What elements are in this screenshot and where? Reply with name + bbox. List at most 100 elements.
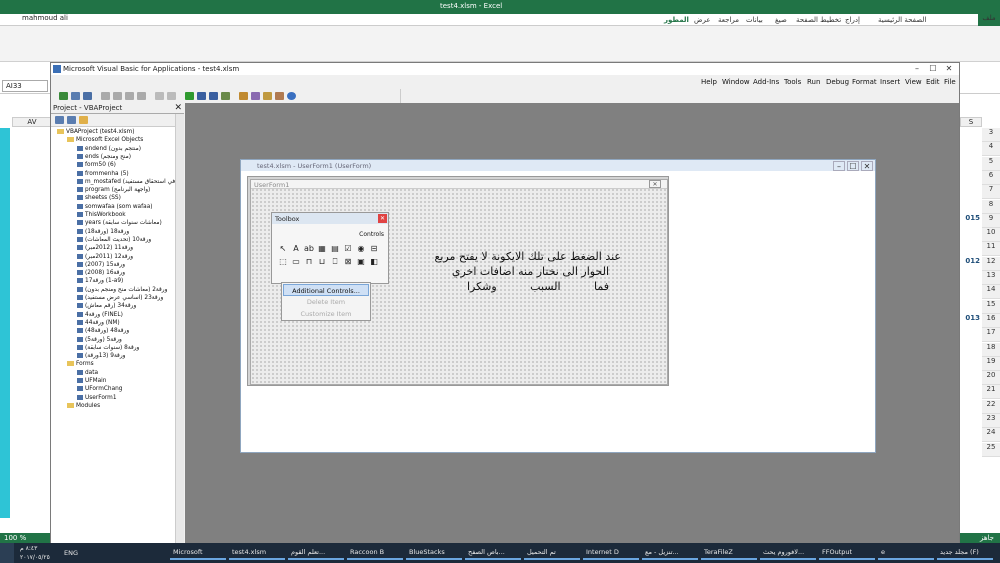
taskbar-app-button[interactable]: TeraFileZ xyxy=(701,546,757,560)
taskbar-app-button[interactable]: Internet D xyxy=(583,546,639,560)
vertical-scrollbar[interactable] xyxy=(175,114,184,545)
tree-item[interactable]: ورقة9 (13ورقة) xyxy=(77,352,125,360)
tree-item[interactable]: years (معاشات سنوات سابقة) xyxy=(77,219,162,227)
cell-value[interactable] xyxy=(958,228,982,242)
row-header[interactable]: 13 xyxy=(982,271,1000,285)
menu-edit[interactable]: Edit xyxy=(926,78,940,86)
object-browser-icon[interactable] xyxy=(263,92,272,100)
tree-item[interactable]: ورقة11 (2012مبر) xyxy=(77,244,133,252)
maximize-icon[interactable]: ☐ xyxy=(847,161,859,171)
tree-item[interactable]: sheetss (SS) xyxy=(77,194,121,202)
tree-item[interactable]: ورقة16 (2008) xyxy=(77,269,125,277)
cell-value[interactable] xyxy=(958,271,982,285)
toolbox-title-bar[interactable]: Toolbox ✕ xyxy=(272,213,388,224)
tab-view[interactable]: عرض xyxy=(694,16,711,24)
tree-item[interactable]: Modules xyxy=(67,402,100,410)
cell-value[interactable] xyxy=(958,142,982,156)
menu-window[interactable]: Window xyxy=(722,78,750,86)
undo-icon[interactable] xyxy=(155,92,164,100)
tree-item[interactable]: ورقة15 (2007) xyxy=(77,261,125,269)
cell-value[interactable] xyxy=(958,242,982,256)
tab-file[interactable]: ملف xyxy=(978,14,1000,26)
tree-item[interactable]: ورقة18 (ورقة18) xyxy=(77,228,129,236)
menu-format[interactable]: Format xyxy=(852,78,877,86)
tree-item[interactable]: ends (منح ومنجم) xyxy=(77,153,131,161)
project-explorer-icon[interactable] xyxy=(239,92,248,100)
tree-item[interactable]: data xyxy=(77,369,98,377)
view-code-icon[interactable] xyxy=(55,116,64,124)
tree-item[interactable]: ورقة23 (اساسي عرض مستفيد) xyxy=(77,294,163,302)
cell-value[interactable] xyxy=(958,428,982,442)
row-header[interactable]: 3 xyxy=(982,128,1000,142)
row-header[interactable]: 19 xyxy=(982,356,1000,371)
row-header[interactable]: 11 xyxy=(982,242,1000,257)
copy-icon[interactable] xyxy=(113,92,122,100)
tree-item[interactable]: ورقة17 (1-a9) xyxy=(77,277,123,285)
taskbar-app-button[interactable]: تنزيل - مع... xyxy=(642,546,698,560)
cell-value[interactable]: 013 xyxy=(958,314,982,328)
row-header[interactable]: 18 xyxy=(982,342,1000,357)
toolbox-control-icon[interactable]: ↖ xyxy=(278,244,288,254)
row-header[interactable]: 14 xyxy=(982,285,1000,300)
menu-debug[interactable]: Debug xyxy=(826,78,849,86)
tree-item[interactable]: ورقة5 (ورقة5) xyxy=(77,336,122,344)
menu-file[interactable]: File xyxy=(944,78,956,86)
cell-value[interactable] xyxy=(958,385,982,399)
clock-time[interactable]: ٨:٤٣ م xyxy=(20,545,37,552)
row-header[interactable]: 23 xyxy=(982,414,1000,428)
design-mode-icon[interactable] xyxy=(221,92,230,100)
view-object-icon[interactable] xyxy=(67,116,76,124)
menu-run[interactable]: Run xyxy=(807,78,820,86)
tree-item[interactable]: m_mostafed (في استحقاق مستفيد) xyxy=(77,178,175,186)
toolbox-control-icon[interactable]: ◉ xyxy=(356,244,366,254)
menu-tools[interactable]: Tools xyxy=(784,78,801,86)
row-header[interactable]: 16 xyxy=(982,313,1000,328)
toolbox-icon[interactable] xyxy=(275,92,284,100)
row-header[interactable]: 25 xyxy=(982,442,1000,457)
windows-start-icon[interactable] xyxy=(0,543,14,563)
toolbox-control-icon[interactable]: ⊠ xyxy=(343,257,353,267)
toolbox-control-icon[interactable]: ◧ xyxy=(369,257,379,267)
tree-item[interactable]: program (واجهة البرنامج) xyxy=(77,186,150,194)
toolbox-control-icon[interactable]: ab xyxy=(304,244,314,254)
row-header[interactable]: 17 xyxy=(982,328,1000,343)
tree-item[interactable]: form50 (6) xyxy=(77,161,116,169)
close-icon[interactable]: ✕ xyxy=(861,161,873,171)
taskbar-app-button[interactable]: تعلم القوم... xyxy=(288,546,344,560)
tree-item[interactable]: frommenha (5) xyxy=(77,170,129,178)
excel-view-icon[interactable] xyxy=(59,92,68,100)
menu-item-additional-controls[interactable]: Additional Controls... xyxy=(283,284,369,296)
row-header[interactable]: 22 xyxy=(982,399,1000,414)
redo-icon[interactable] xyxy=(167,92,176,100)
row-header[interactable]: 12 xyxy=(982,256,1000,271)
cell-value[interactable] xyxy=(958,200,982,214)
cell-value[interactable] xyxy=(958,157,982,171)
tree-item[interactable]: ThisWorkbook xyxy=(77,211,126,219)
help-icon[interactable] xyxy=(287,92,296,100)
toolbox-control-icon[interactable]: ⎕ xyxy=(330,257,340,267)
clock-date[interactable]: ٢٠١٧/٠٥/٢٥ xyxy=(20,554,50,561)
row-header[interactable]: 8 xyxy=(982,199,1000,214)
cell-value[interactable] xyxy=(958,414,982,428)
cell-value[interactable] xyxy=(958,443,982,457)
menu-item-customize-item[interactable]: Customize Item xyxy=(283,308,369,320)
tree-item[interactable]: ورقة8 (سنوات سابقة) xyxy=(77,344,139,352)
tab-developer[interactable]: المطور xyxy=(664,16,689,24)
taskbar-app-button[interactable]: BlueStacks xyxy=(406,546,462,560)
taskbar-app-button[interactable]: Raccoon B xyxy=(347,546,403,560)
toolbox-tab-controls[interactable]: Controls xyxy=(359,231,384,238)
row-header[interactable]: 10 xyxy=(982,228,1000,243)
close-icon[interactable]: ✕ xyxy=(174,103,182,113)
minimize-icon[interactable]: – xyxy=(911,64,923,74)
toggle-folders-icon[interactable] xyxy=(79,116,88,124)
reset-icon[interactable] xyxy=(209,92,218,100)
taskbar-app-button[interactable]: Microsoft xyxy=(170,546,226,560)
properties-icon[interactable] xyxy=(251,92,260,100)
taskbar-app-button[interactable]: باص الصفح... xyxy=(465,546,521,560)
row-header[interactable]: 9 xyxy=(982,213,1000,228)
toolbox-control-icon[interactable]: ⊓ xyxy=(304,257,314,267)
menu-help[interactable]: Help xyxy=(701,78,717,86)
tab-formulas[interactable]: صيغ xyxy=(775,16,787,24)
row-header[interactable]: 20 xyxy=(982,371,1000,386)
tree-item[interactable]: endend (منتجم بدون) xyxy=(77,145,141,153)
